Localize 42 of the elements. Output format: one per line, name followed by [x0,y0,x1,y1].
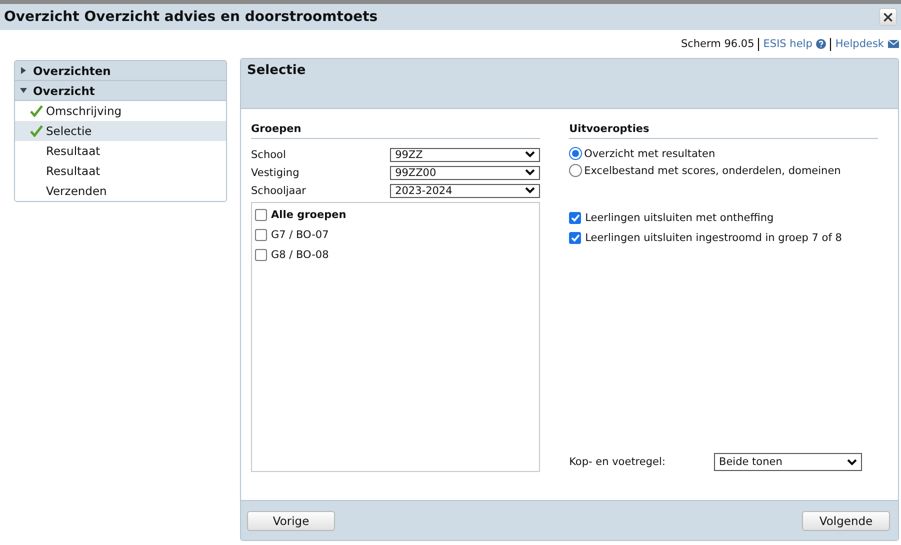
helpdesk-link[interactable]: Helpdesk [835,38,884,50]
checkbox-label: Leerlingen uitsluiten ingestroomd in groep 7 of 8 [585,232,842,244]
checkbox[interactable] [255,249,267,261]
chevron-icon [525,169,536,176]
nav-section-header[interactable]: Overzicht [15,81,226,101]
checkbox-label: Leerlingen uitsluiten met ontheffing [585,212,774,224]
field-label: Kop- en voetregel: [569,456,666,468]
select-field[interactable]: 99ZZ00 [390,166,540,180]
radio-label: Excelbestand met scores, onderdelen, domeinen [584,164,841,176]
window-title: Overzicht Overzicht advies en doorstroomtoets [4,9,378,25]
checkbox-label: G8 / BO-08 [271,249,329,261]
chevron-icon [525,151,536,158]
checkbox[interactable] [255,229,267,241]
next-button[interactable]: Volgende [802,510,890,530]
radio-label: Overzicht met resultaten [584,148,716,160]
triangle-right-icon [20,67,27,74]
nav-item[interactable]: Selectie [15,121,226,141]
chevron-icon [525,187,536,194]
checkbox[interactable] [255,209,267,221]
select-field[interactable]: 2023-2024 [390,184,540,198]
help-link[interactable]: ESIS help [763,38,812,50]
select-field[interactable]: Beide tonen [714,453,862,471]
section-heading: Groepen [251,123,540,139]
field-label: Vestiging [251,166,300,178]
checkbox[interactable] [569,212,582,224]
checkbox-label: G7 / BO-07 [271,229,329,241]
checkbox[interactable] [569,232,582,244]
radio-button[interactable] [569,147,582,160]
screen-number: Scherm 96.05 [680,38,754,50]
nav-section-header[interactable]: Overzichten [15,61,226,81]
help-icon [816,39,826,49]
field-label: Schooljaar [251,184,306,196]
field-label: School [251,148,286,160]
close-button[interactable]: × [879,8,897,26]
triangle-down-icon [20,87,27,94]
chevron-icon [847,458,857,466]
checkbox-label: Alle groepen [271,209,346,221]
previous-button[interactable]: Vorige [247,510,335,530]
panel-title: Selectie [247,63,306,78]
section-heading: Uitvoeropties [569,123,878,139]
select-field[interactable]: 99ZZ [390,148,540,162]
radio-button[interactable] [569,164,582,177]
